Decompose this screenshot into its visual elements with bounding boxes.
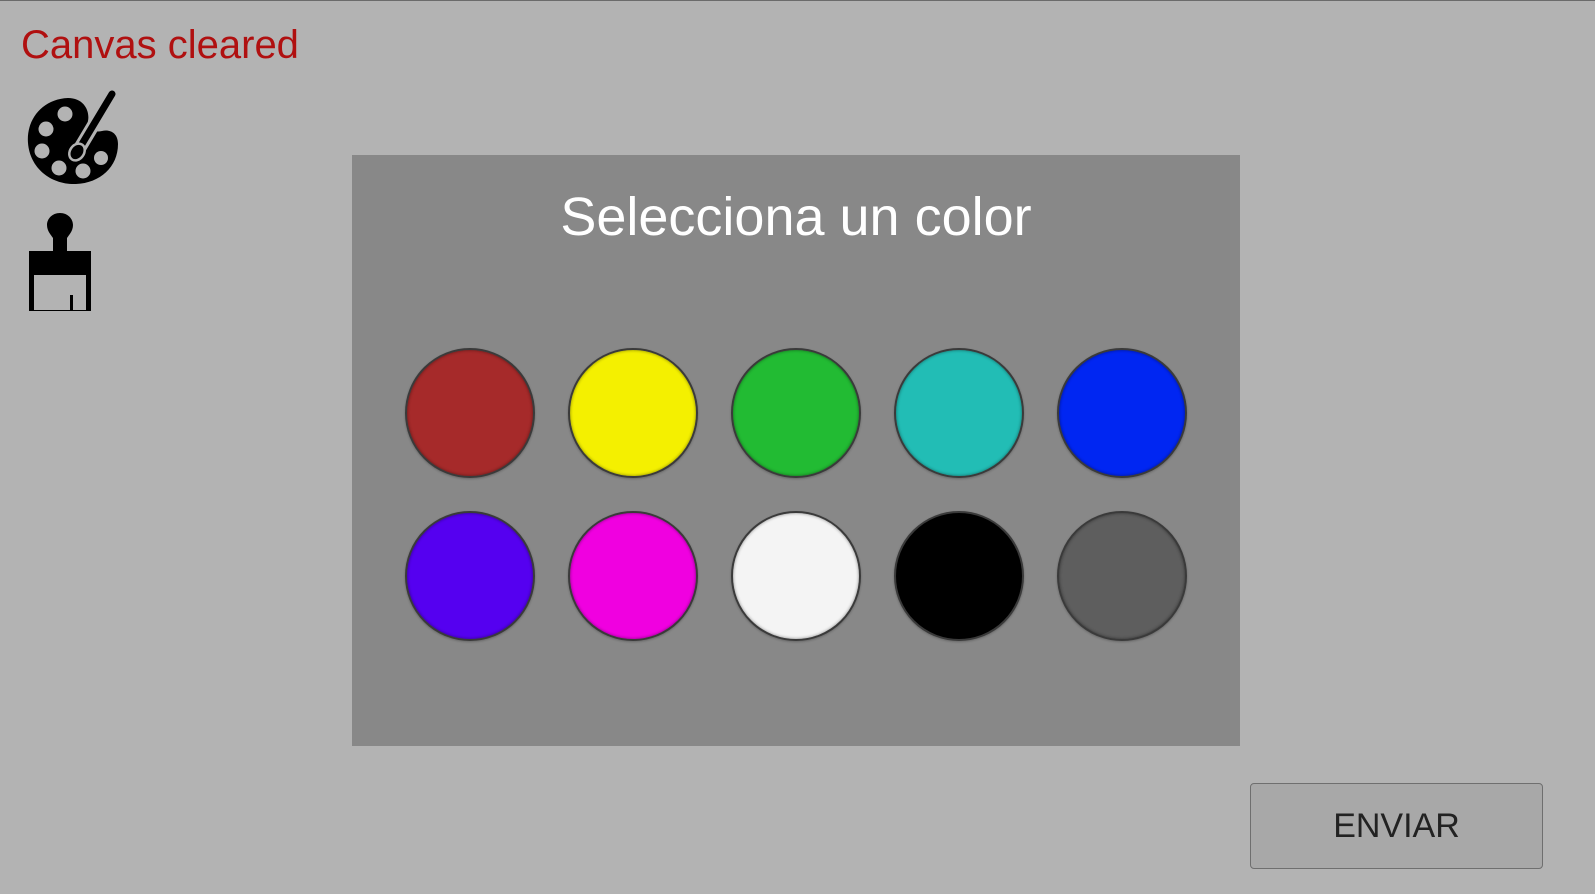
color-picker-dialog: Selecciona un color bbox=[352, 155, 1240, 746]
color-swatch-blue[interactable] bbox=[1057, 348, 1187, 478]
paint-brush-icon bbox=[29, 213, 91, 311]
color-swatch-magenta[interactable] bbox=[568, 511, 698, 641]
color-swatch-red[interactable] bbox=[405, 348, 535, 478]
color-swatch-yellow[interactable] bbox=[568, 348, 698, 478]
palette-tool-button[interactable] bbox=[22, 89, 122, 189]
color-swatch-teal[interactable] bbox=[894, 348, 1024, 478]
status-message: Canvas cleared bbox=[21, 23, 299, 67]
paint-brush-tool-button[interactable] bbox=[22, 211, 122, 311]
color-swatch-grid bbox=[405, 348, 1187, 641]
color-swatch-green[interactable] bbox=[731, 348, 861, 478]
dialog-title: Selecciona un color bbox=[560, 187, 1032, 247]
palette-icon bbox=[27, 89, 119, 185]
color-swatch-violet[interactable] bbox=[405, 511, 535, 641]
color-swatch-gray[interactable] bbox=[1057, 511, 1187, 641]
color-swatch-black[interactable] bbox=[894, 511, 1024, 641]
send-button[interactable]: ENVIAR bbox=[1250, 783, 1543, 869]
color-swatch-white[interactable] bbox=[731, 511, 861, 641]
